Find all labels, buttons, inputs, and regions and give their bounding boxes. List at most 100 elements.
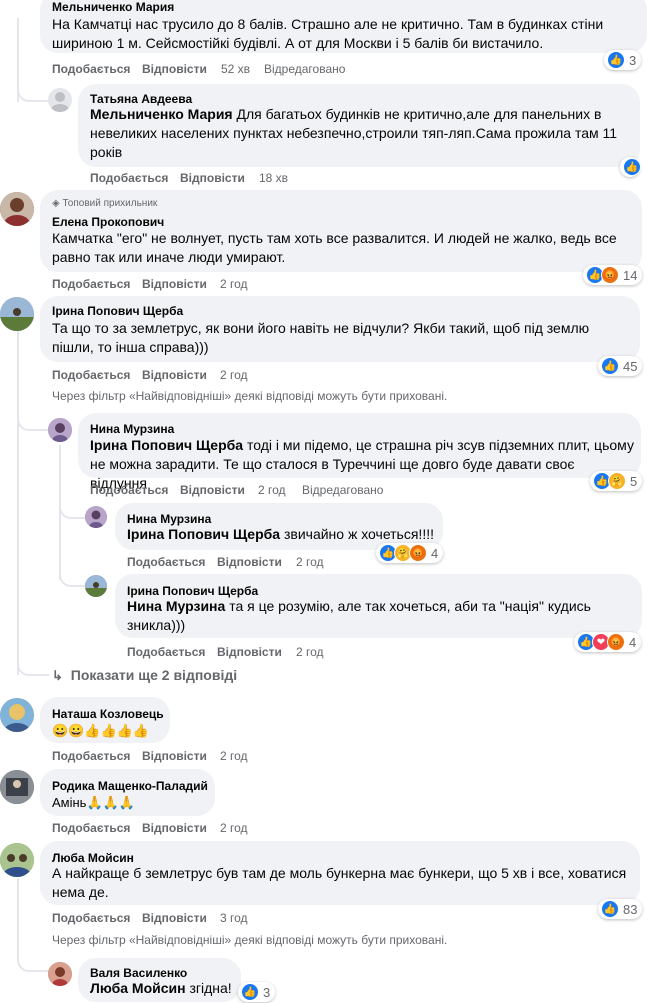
mention-link[interactable]: Люба Мойсин [90,980,186,996]
avatar[interactable] [0,297,34,331]
avatar[interactable] [0,192,34,226]
show-more-replies-link[interactable]: ↳ Показати ще 2 відповіді [52,667,237,684]
like-button[interactable]: Подобається [90,483,168,497]
reply-arrow-icon: ↳ [52,668,63,683]
like-reaction-icon: 👍 [607,51,625,69]
reaction-summary[interactable]: 👍 😡 14 [583,265,643,285]
comment-time[interactable]: 52 хв [221,62,250,76]
thread-line [17,325,19,675]
comment-author[interactable]: Валя Василенко [90,966,187,980]
comment-text: Мельниченко Мария Для багатьох будинків … [90,106,618,160]
avatar[interactable] [48,418,72,442]
angry-reaction-icon: 😡 [409,544,427,562]
like-reaction-icon: 👍 [601,357,619,375]
like-button[interactable]: Подобається [52,277,130,291]
comment-author[interactable]: Мельниченко Мария [52,0,174,14]
like-button[interactable]: Подобається [127,555,205,569]
avatar[interactable] [0,698,34,732]
comment-text: Ірина Попович Щерба звичайно ж хочеться!… [127,526,434,542]
comment-time[interactable]: 2 год [296,555,324,569]
reply-button[interactable]: Відповісти [142,911,207,925]
filter-note: Через фільтр «Найвідповідніші» деякі від… [52,933,448,947]
like-reaction-icon: 👍 [601,900,619,918]
reply-button[interactable]: Відповісти [142,277,207,291]
comment-author[interactable]: Нина Мурзина [90,422,174,436]
edited-label: Відредаговано [264,62,346,76]
reaction-summary[interactable]: 👍 83 [598,899,643,919]
comment-text: Люба Мойсин згідна! [90,980,232,996]
angry-reaction-icon: 😡 [607,633,625,651]
reaction-summary[interactable]: 👍 🤗 😡 4 [376,543,444,563]
top-fan-badge: ◈ Топовий прихильник [52,198,158,209]
like-button[interactable]: Подобається [52,821,130,835]
reply-button[interactable]: Відповісти [142,821,207,835]
comment-author[interactable]: Наташа Козловець [52,707,164,721]
reply-button[interactable]: Відповісти [142,368,207,382]
comment-text: Камчатка "его" не волнует, пусть там хот… [52,230,617,265]
comment-time[interactable]: 2 год [258,483,286,497]
avatar[interactable] [48,962,72,986]
mention-link[interactable]: Ірина Попович Щерба [127,526,280,542]
comment-author[interactable]: Елена Прокопович [52,215,164,229]
thread-connector [17,415,49,431]
comment-author[interactable]: Нина Мурзина [127,512,211,526]
reply-button[interactable]: Відповісти [217,645,282,659]
like-reaction-icon: 👍 [241,983,259,1001]
like-button[interactable]: Подобається [127,645,205,659]
comment-time[interactable]: 2 год [220,368,248,382]
thread-line [17,878,19,958]
reaction-summary[interactable]: 👍 [620,157,641,177]
comment-time[interactable]: 2 год [220,749,248,763]
comment-author[interactable]: Ірина Попович Щерба [127,584,258,598]
reply-button[interactable]: Відповісти [142,62,207,76]
comment-author[interactable]: Родика Мащенко-Паладий [52,779,208,793]
mention-link[interactable]: Ірина Попович Щерба [90,437,243,453]
comment-time[interactable]: 2 год [220,277,248,291]
reply-button[interactable]: Відповісти [180,483,245,497]
reply-button[interactable]: Відповісти [142,749,207,763]
avatar[interactable] [0,770,34,804]
reply-button[interactable]: Відповісти [180,171,245,185]
comment-text: 😀😀👍👍👍👍 [52,723,150,738]
like-button[interactable]: Подобається [52,749,130,763]
user-photo-icon [0,297,34,331]
comment-time[interactable]: 3 год [220,911,248,925]
user-photo-icon [48,418,72,442]
thread-connector [17,958,49,972]
comment-time[interactable]: 2 год [296,645,324,659]
thread-connector [59,505,87,519]
comment-time[interactable]: 2 год [220,821,248,835]
user-photo-icon [48,962,72,986]
comment-author[interactable]: Ірина Попович Щерба [52,304,183,318]
reaction-summary[interactable]: 👍 3 [238,982,276,1002]
comment-author[interactable]: Татьяна Авдеева [90,92,192,106]
avatar[interactable] [85,506,107,528]
thread-connector [17,662,49,676]
reaction-summary[interactable]: 👍 3 [604,50,642,70]
thread-connector [59,573,87,587]
reply-button[interactable]: Відповісти [217,555,282,569]
user-photo-icon [0,843,34,877]
like-button[interactable]: Подобається [52,911,130,925]
reaction-summary[interactable]: 👍 ❤ 😡 4 [574,632,642,652]
like-button[interactable]: Подобається [52,368,130,382]
reaction-summary[interactable]: 👍 45 [598,356,643,376]
avatar[interactable] [85,575,107,597]
user-photo-icon [0,770,34,804]
comment-author[interactable]: Люба Мойсин [52,851,134,865]
user-photo-icon [0,698,34,732]
mention-link[interactable]: Нина Мурзина [127,598,225,614]
comment-text: На Камчатці нас трусило до 8 балів. Стра… [52,16,604,51]
comment-text: Амінь🙏🙏🙏 [52,795,136,810]
mention-link[interactable]: Мельниченко Мария [90,106,233,122]
user-photo-icon [0,192,34,226]
like-button[interactable]: Подобається [52,62,130,76]
reaction-summary[interactable]: 👍 🤗 5 [590,471,643,491]
angry-reaction-icon: 😡 [601,266,619,284]
avatar[interactable] [48,88,72,112]
like-button[interactable]: Подобається [90,171,168,185]
comment-time[interactable]: 18 хв [259,171,288,185]
default-avatar-icon [51,92,69,112]
avatar[interactable] [0,843,34,877]
comment-text: А найкраще б землетрус був там де моль б… [52,865,627,900]
